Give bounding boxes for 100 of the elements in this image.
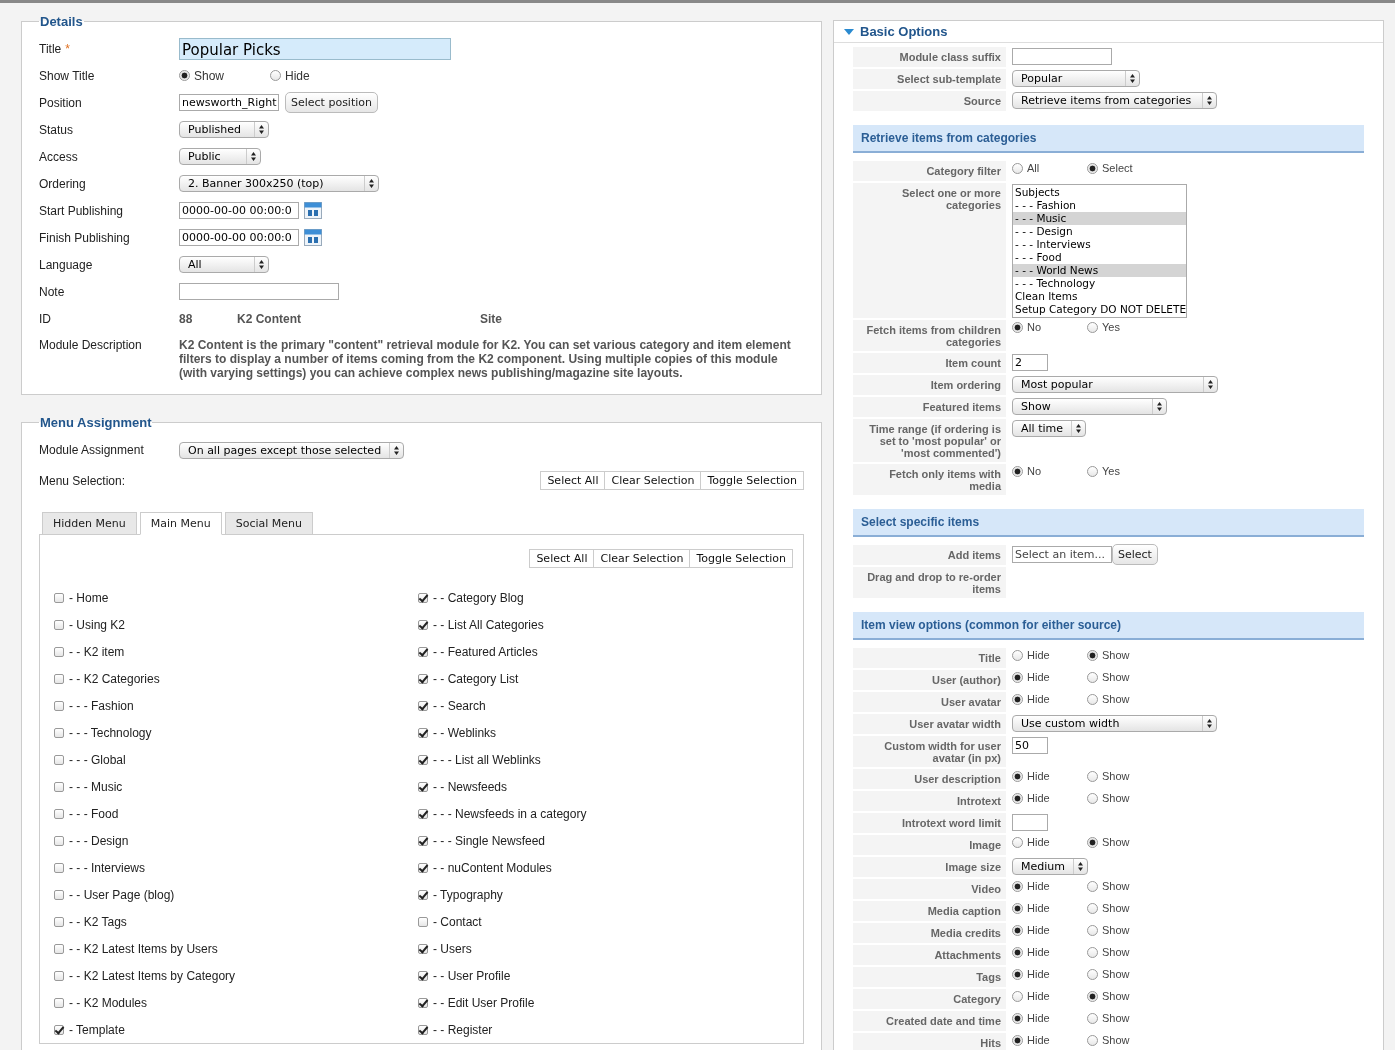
category-listbox[interactable]: Subjects - - - Fashion - - - Music - - - Design - - - Interviews - - - Food - - - World News - - - Technology Clean Items Setup Category DO NOT DELETE [1012, 184, 1187, 318]
checkbox[interactable] [418, 592, 428, 603]
listbox-option[interactable]: - - - Food [1013, 251, 1186, 264]
checkbox[interactable] [418, 754, 428, 765]
selection-button[interactable]: Toggle Selection [700, 471, 804, 490]
radio-button[interactable] [1012, 902, 1023, 914]
select-position-button[interactable]: Select position [285, 92, 378, 113]
item-search-field[interactable]: Select an item... [1012, 546, 1112, 563]
dropdown[interactable]: Medium [1012, 858, 1088, 875]
checkbox[interactable] [418, 970, 428, 981]
text-field[interactable]: 50 [1012, 737, 1048, 754]
text-field[interactable] [1012, 814, 1048, 831]
radio-button[interactable] [1012, 162, 1023, 174]
checkbox[interactable] [54, 673, 64, 684]
checkbox[interactable] [54, 835, 64, 846]
radio-button[interactable] [1012, 968, 1023, 980]
selection-button[interactable]: Clear Selection [604, 471, 702, 490]
checkbox[interactable] [418, 1024, 428, 1035]
radio-button[interactable] [1012, 836, 1023, 848]
radio-button[interactable] [1087, 649, 1098, 661]
menu-tab[interactable]: Hidden Menu [42, 512, 137, 535]
radio-button[interactable] [1087, 792, 1098, 804]
checkbox[interactable] [54, 619, 64, 630]
radio-button[interactable] [270, 70, 281, 81]
checkbox[interactable] [418, 943, 428, 954]
dropdown[interactable]: 2. Banner 300x250 (top) [179, 175, 379, 192]
checkbox[interactable] [54, 727, 64, 738]
radio-button[interactable] [1087, 770, 1098, 782]
radio-button[interactable] [1012, 465, 1023, 477]
radio-button[interactable] [179, 70, 190, 81]
radio-button[interactable] [1012, 792, 1023, 804]
options-header[interactable]: Basic Options [834, 21, 1383, 43]
menu-tab[interactable]: Social Menu [224, 512, 313, 535]
checkbox[interactable] [54, 997, 64, 1008]
note-field[interactable] [179, 283, 339, 300]
radio-button[interactable] [1087, 990, 1098, 1002]
checkbox[interactable] [54, 646, 64, 657]
radio-button[interactable] [1012, 693, 1023, 705]
checkbox[interactable] [54, 1024, 64, 1035]
radio-button[interactable] [1012, 880, 1023, 892]
checkbox[interactable] [54, 943, 64, 954]
checkbox[interactable] [54, 754, 64, 765]
radio-button[interactable] [1087, 671, 1098, 683]
title-field[interactable]: Popular Picks [179, 37, 451, 60]
checkbox[interactable] [418, 673, 428, 684]
radio-button[interactable] [1012, 321, 1023, 333]
checkbox[interactable] [418, 835, 428, 846]
dropdown[interactable]: All [179, 256, 269, 273]
radio-button[interactable] [1087, 836, 1098, 848]
listbox-option[interactable]: - - - World News [1013, 264, 1186, 277]
selection-button[interactable]: Clear Selection [593, 549, 691, 568]
checkbox[interactable] [54, 592, 64, 603]
radio-button[interactable] [1087, 946, 1098, 958]
listbox-option[interactable]: - - - Fashion [1013, 199, 1186, 212]
caret-down-icon[interactable] [844, 27, 854, 36]
date-field[interactable]: 0000-00-00 00:00:0 [179, 202, 299, 219]
checkbox[interactable] [418, 646, 428, 657]
dropdown[interactable]: On all pages except those selected [179, 442, 405, 459]
checkbox[interactable] [418, 700, 428, 711]
radio-button[interactable] [1087, 924, 1098, 936]
position-field[interactable]: newsworth_Right [179, 94, 279, 111]
checkbox[interactable] [418, 997, 428, 1008]
dropdown[interactable]: Use custom width [1012, 715, 1217, 732]
radio-button[interactable] [1087, 162, 1098, 174]
checkbox[interactable] [54, 781, 64, 792]
radio-button[interactable] [1012, 671, 1023, 683]
radio-button[interactable] [1087, 880, 1098, 892]
checkbox[interactable] [418, 727, 428, 738]
dropdown[interactable]: Public [179, 148, 261, 165]
radio-button[interactable] [1012, 1012, 1023, 1024]
listbox-option[interactable]: - - - Music [1013, 212, 1186, 225]
checkbox[interactable] [54, 916, 64, 927]
radio-button[interactable] [1087, 693, 1098, 705]
checkbox[interactable] [418, 781, 428, 792]
text-field[interactable]: 2 [1012, 354, 1048, 371]
checkbox[interactable] [54, 970, 64, 981]
text-field[interactable] [1012, 48, 1112, 65]
selection-button[interactable]: Select All [529, 549, 595, 568]
checkbox[interactable] [418, 808, 428, 819]
checkbox[interactable] [418, 916, 428, 927]
dropdown[interactable]: Popular [1012, 70, 1140, 87]
radio-button[interactable] [1012, 770, 1023, 782]
dropdown[interactable]: Retrieve items from categories [1012, 92, 1217, 109]
checkbox[interactable] [418, 619, 428, 630]
checkbox[interactable] [54, 808, 64, 819]
checkbox[interactable] [418, 889, 428, 900]
checkbox[interactable] [418, 862, 428, 873]
checkbox[interactable] [54, 700, 64, 711]
listbox-option[interactable]: - - - Technology [1013, 277, 1186, 290]
radio-button[interactable] [1087, 1034, 1098, 1046]
radio-button[interactable] [1012, 946, 1023, 958]
radio-button[interactable] [1087, 968, 1098, 980]
radio-button[interactable] [1012, 924, 1023, 936]
checkbox[interactable] [54, 889, 64, 900]
listbox-option[interactable]: - - - Design [1013, 225, 1186, 238]
listbox-option[interactable]: Setup Category DO NOT DELETE [1013, 303, 1186, 316]
checkbox[interactable] [54, 862, 64, 873]
radio-button[interactable] [1012, 990, 1023, 1002]
radio-button[interactable] [1012, 1034, 1023, 1046]
listbox-option[interactable]: Clean Items [1013, 290, 1186, 303]
